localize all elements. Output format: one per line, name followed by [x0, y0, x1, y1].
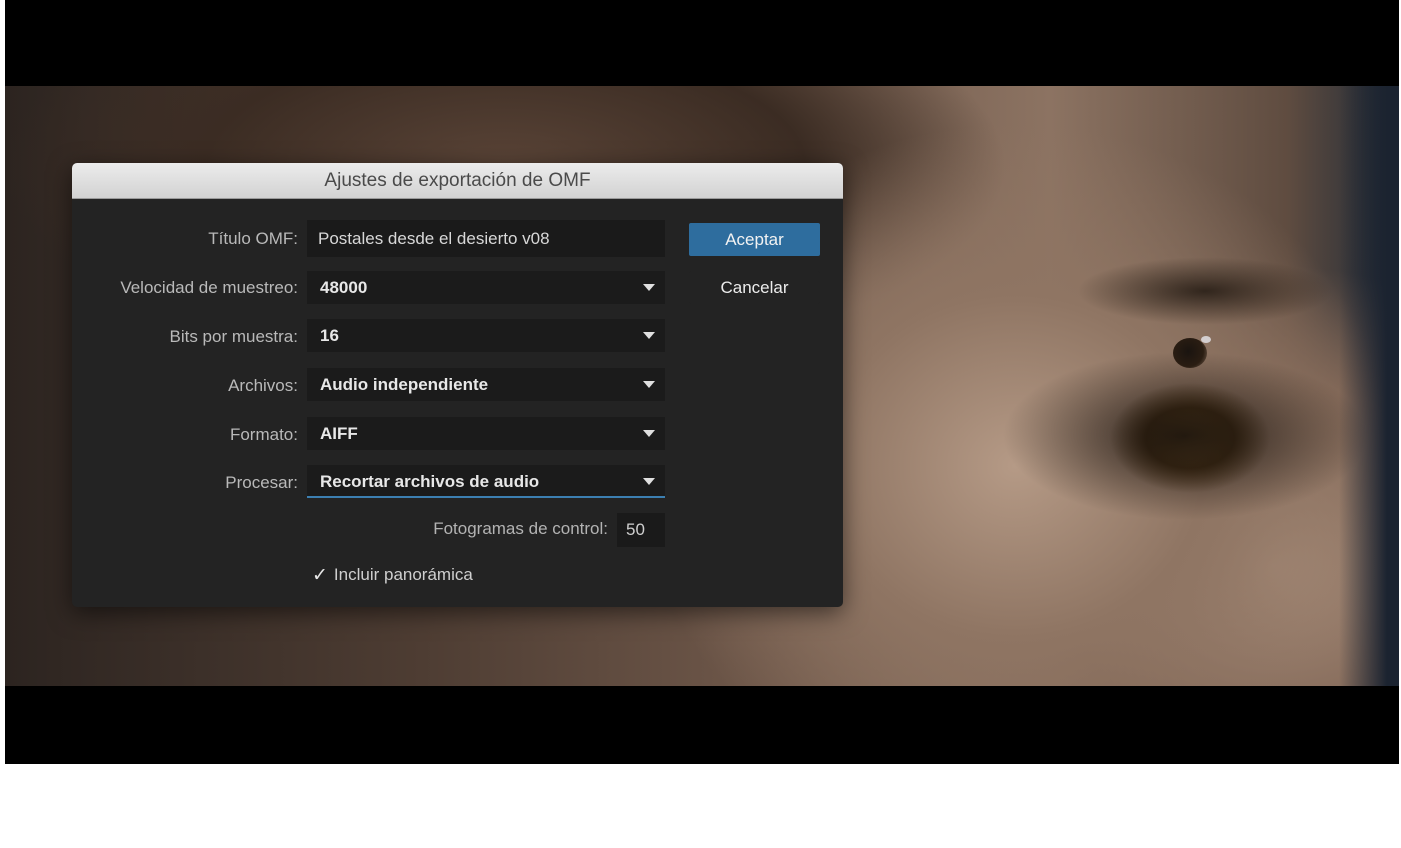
accept-button[interactable]: Aceptar: [689, 223, 820, 256]
cancel-button[interactable]: Cancelar: [689, 271, 820, 304]
sample-rate-label: Velocidad de muestreo:: [120, 278, 298, 297]
sample-rate-value: 48000: [320, 278, 368, 297]
omf-title-label: Título OMF:: [208, 229, 298, 248]
handle-frames-label: Fotogramas de control:: [433, 519, 608, 538]
include-pan-label: Incluir panorámica: [333, 565, 473, 584]
files-value: Audio independiente: [320, 375, 489, 394]
chevron-down-icon: [643, 430, 655, 437]
chevron-down-icon: [643, 381, 655, 388]
eye-pupil: [1173, 338, 1207, 368]
format-select[interactable]: AIFF: [307, 417, 665, 450]
format-label: Formato:: [229, 425, 298, 444]
handle-frames-input[interactable]: 50: [617, 513, 665, 547]
process-label: Procesar:: [225, 473, 298, 492]
omf-export-dialog: Ajustes de exportación de OMF Título OMF…: [72, 163, 843, 607]
files-select[interactable]: Audio independiente: [307, 368, 665, 401]
files-label: Archivos:: [228, 376, 298, 395]
bits-per-sample-value: 16: [320, 326, 339, 345]
format-value: AIFF: [320, 424, 358, 443]
include-pan-checkbox[interactable]: ✓ Incluir panorámica: [312, 563, 473, 587]
background-edge: [1339, 86, 1399, 686]
omf-title-input[interactable]: Postales desde el desierto v08: [307, 220, 665, 257]
sample-rate-select[interactable]: 48000: [307, 271, 665, 304]
eye-glint: [1201, 336, 1211, 343]
chevron-down-icon: [643, 478, 655, 485]
bits-per-sample-select[interactable]: 16: [307, 319, 665, 352]
dialog-title: Ajustes de exportación de OMF: [72, 163, 843, 199]
checkmark-icon: ✓: [312, 564, 328, 586]
bits-per-sample-label: Bits por muestra:: [169, 327, 299, 346]
chevron-down-icon: [643, 332, 655, 339]
chevron-down-icon: [643, 284, 655, 291]
process-select[interactable]: Recortar archivos de audio: [307, 465, 665, 498]
process-value: Recortar archivos de audio: [320, 472, 540, 491]
